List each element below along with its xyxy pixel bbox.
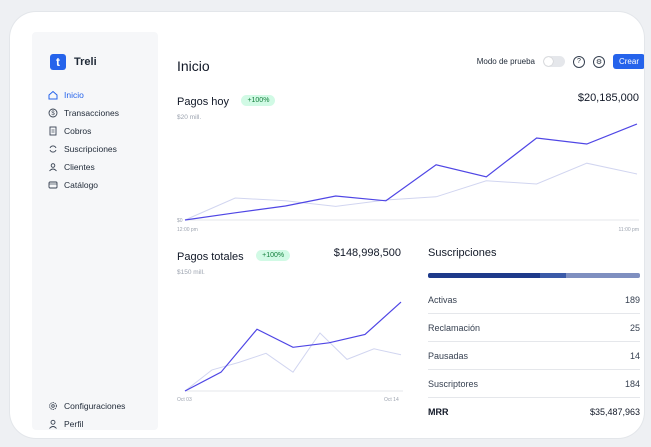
catalog-icon [48,180,58,190]
topbar: Modo de prueba ? ⚙ Crear [477,54,644,69]
logo: t [50,54,66,70]
user-icon [48,419,58,429]
home-icon [48,90,58,100]
nav-bottom: Configuraciones Perfil [48,397,125,433]
sidebar-item-label: Suscripciones [64,144,117,154]
series-line-0 [184,123,638,221]
sidebar-item-label: Catálogo [64,180,99,190]
series-line-1 [184,332,402,392]
app-frame: t Treli Inicio $ Transacciones Cobros Su… [10,12,644,438]
pagos-totales-value: $148,998,500 [333,247,401,259]
pagos-hoy-yzero: $0 [177,218,183,224]
list-item[interactable]: Pausadas 14 [428,342,640,370]
pagos-totales-xstart: Oct 03 [177,397,192,403]
sidebar: t Treli Inicio $ Transacciones Cobros Su… [32,32,158,430]
sidebar-item-transacciones[interactable]: $ Transacciones [48,104,119,122]
bar-segment-reclamacion [540,273,566,278]
row-label: Activas [428,294,458,305]
suscripciones-list: Activas 189 Reclamación 25 Pausadas 14 S… [428,286,640,425]
pagos-hoy-badge: +100% [241,95,276,107]
list-item[interactable]: Suscriptores 184 [428,370,640,398]
nav-main: Inicio $ Transacciones Cobros Suscripcio… [48,86,119,194]
sidebar-item-clientes[interactable]: Clientes [48,158,119,176]
list-item[interactable]: Reclamación 25 [428,314,640,342]
brand[interactable]: t Treli [50,54,97,70]
row-label: Pausadas [428,350,469,361]
suscripciones-panel: Suscripciones Activas 189 Reclamación 25… [428,247,640,425]
dollar-icon: $ [48,108,58,118]
pagos-hoy-ymax: $20 mill. [177,114,202,121]
page-title: Inicio [177,58,210,74]
series-line-0 [184,301,402,392]
refresh-icon [48,144,58,154]
sidebar-item-perfil[interactable]: Perfil [48,415,125,433]
list-item-mrr[interactable]: MRR $35,487,963 [428,398,640,425]
sidebar-item-configuraciones[interactable]: Configuraciones [48,397,125,415]
sidebar-item-cobros[interactable]: Cobros [48,122,119,140]
sidebar-item-label: Perfil [64,419,84,429]
pagos-hoy-value: $20,185,000 [577,92,639,104]
row-value: 14 [629,350,640,361]
pagos-totales-header: Pagos totales +100% $148,998,500 [177,247,401,265]
pagos-hoy-title: Pagos hoy [177,96,229,108]
series-line-1 [184,162,638,221]
row-value: $35,487,963 [589,406,640,417]
brand-name: Treli [74,56,97,68]
users-icon [48,162,58,172]
pagos-hoy-xend: 11:00 pm [618,227,639,233]
pagos-totales-title: Pagos totales [177,251,244,263]
pagos-totales-xend: Oct 14 [384,397,399,403]
row-value: 184 [624,378,640,389]
row-label: MRR [428,406,449,417]
sidebar-item-suscripciones[interactable]: Suscripciones [48,140,119,158]
row-label: Reclamación [428,322,481,333]
gear-icon [48,401,58,411]
pagos-hoy-xstart: 12:00 pm [177,227,198,233]
create-button[interactable]: Crear [612,54,644,69]
main-content: Inicio Modo de prueba ? ⚙ Crear Pagos ho… [177,32,644,430]
sidebar-item-catalogo[interactable]: Catálogo [48,176,119,194]
pagos-hoy-header: Pagos hoy +100% $20,185,000 [177,92,639,110]
help-icon[interactable]: ? [572,55,585,68]
test-mode-toggle[interactable] [542,56,565,67]
bar-segment-activas [428,273,541,278]
pagos-hoy-chart [184,123,639,221]
row-label: Suscriptores [428,378,479,389]
row-value: 25 [629,322,640,333]
test-mode-label: Modo de prueba [476,57,535,66]
sidebar-item-inicio[interactable]: Inicio [48,86,119,104]
list-item[interactable]: Activas 189 [428,286,640,314]
pagos-totales-badge: +100% [256,250,291,262]
sidebar-item-label: Transacciones [64,108,119,118]
row-value: 189 [624,294,640,305]
sidebar-item-label: Clientes [64,162,95,172]
sidebar-item-label: Inicio [64,90,84,100]
sidebar-item-label: Configuraciones [64,401,126,411]
document-icon [48,126,58,136]
suscripciones-bar [428,273,640,278]
sidebar-item-label: Cobros [64,126,92,136]
suscripciones-title: Suscripciones [428,247,497,259]
pagos-totales-chart [184,301,403,392]
gear-icon[interactable]: ⚙ [592,55,605,68]
bar-segment-pausadas [565,273,640,278]
